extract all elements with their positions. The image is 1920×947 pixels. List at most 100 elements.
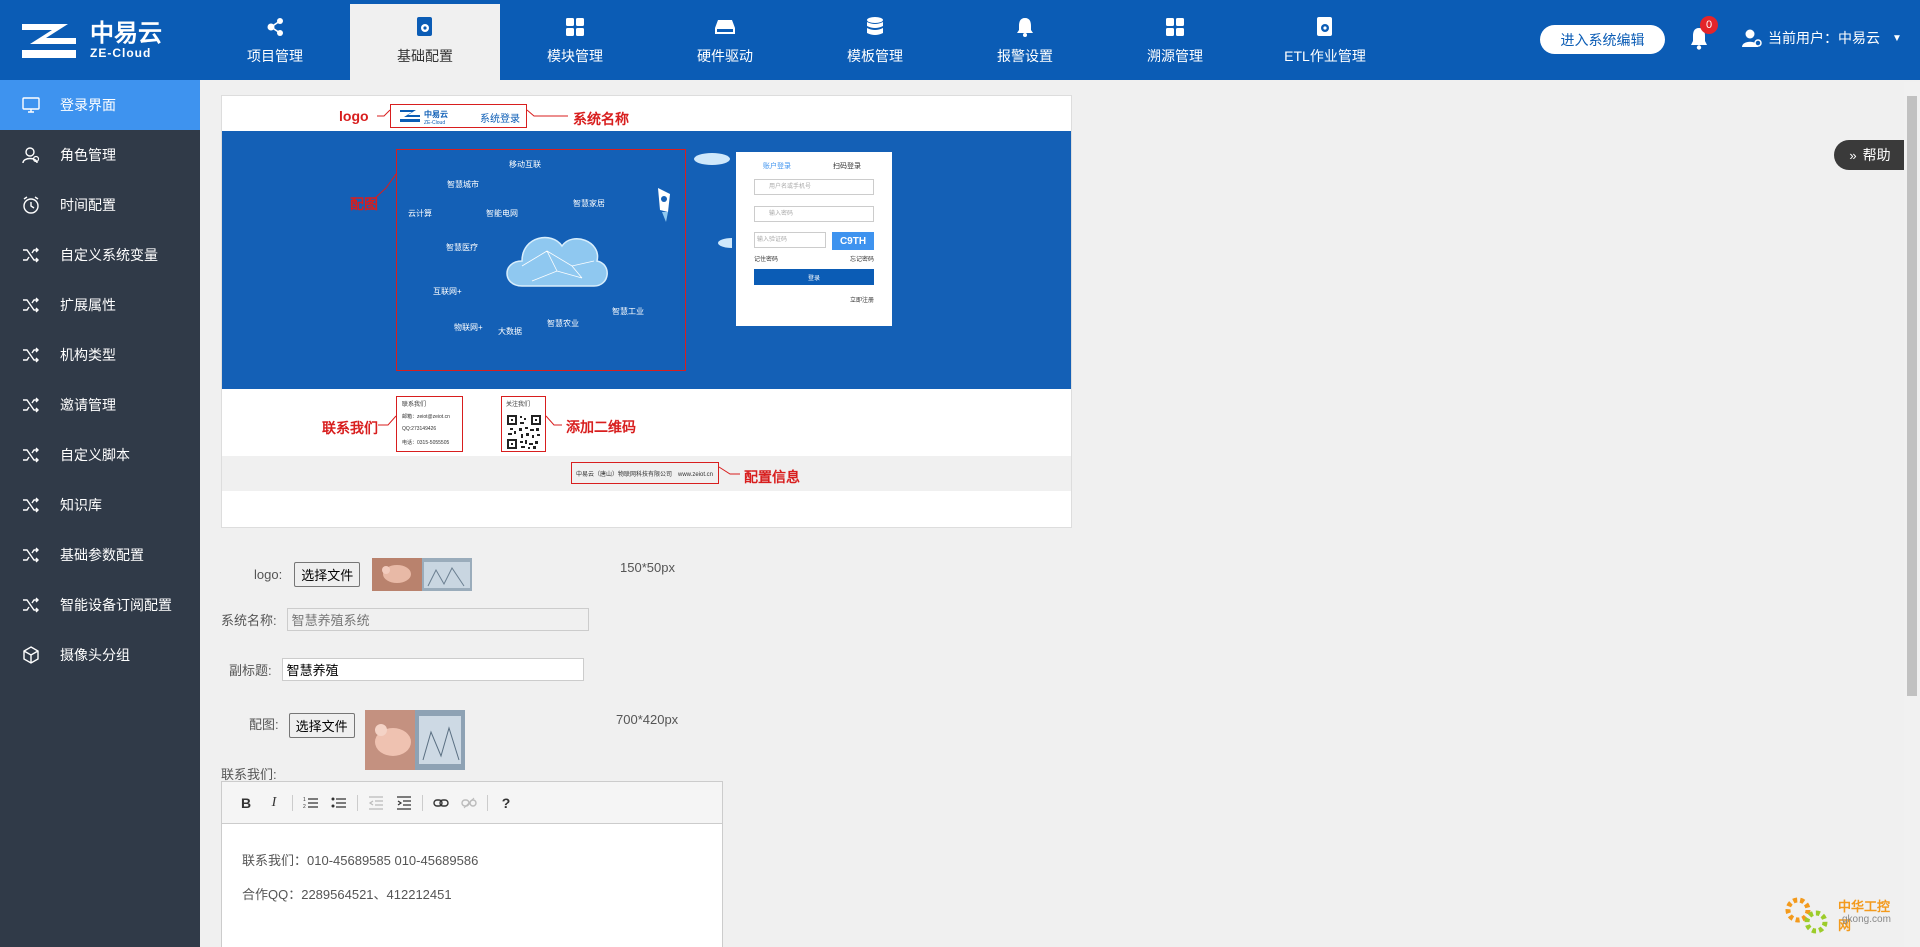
link-icon[interactable] [431, 793, 451, 813]
tab-traceability[interactable]: 溯源管理 [1100, 4, 1250, 80]
current-user-menu[interactable]: 当前用户：中易云 ▼ [1742, 28, 1902, 48]
tab-label: 基础配置 [397, 48, 453, 64]
shuffle-icon [22, 496, 40, 514]
monitor-icon [22, 96, 40, 114]
tab-etl-jobs[interactable]: ETL作业管理 [1250, 4, 1400, 80]
logo-upload-row: logo: 选择文件 [254, 558, 473, 591]
indent-icon[interactable] [394, 793, 414, 813]
login-page-preview: logo 中易云 ZE-Cloud 系统登录 系统名称 配图 移动互联 智慧城市… [221, 95, 1072, 528]
image-label: 配图: [249, 717, 279, 732]
main-nav-tabs: 项目管理 基础配置 模块管理 硬件驱动 模板管理 报警设置 溯源管理 ETL作业… [200, 4, 1400, 80]
help-question-button[interactable]: ? [496, 793, 516, 813]
sidebar-item-role-management[interactable]: 角色管理 [0, 130, 200, 180]
site-watermark: 中华工控网 gkong.com [1782, 890, 1902, 940]
system-name-row: 系统名称: 智慧养殖系统 [221, 608, 589, 631]
image-thumbnail [364, 710, 465, 770]
italic-button[interactable]: I [264, 793, 284, 813]
sidebar-item-label: 扩展属性 [60, 297, 116, 313]
image-choose-file-button[interactable]: 选择文件 [288, 713, 355, 738]
notification-count-badge: 0 [1700, 16, 1718, 34]
sidebar-item-custom-variables[interactable]: 自定义系统变量 [0, 230, 200, 280]
grid-icon [1164, 16, 1186, 38]
scrollbar-thumb[interactable] [1907, 96, 1917, 696]
image-size-note: 700*420px [616, 712, 679, 727]
sidebar-item-invitations[interactable]: 邀请管理 [0, 380, 200, 430]
toolbar-divider [422, 794, 423, 811]
tab-module-management[interactable]: 模块管理 [500, 4, 650, 80]
contact-rich-text-editor: B I 12 ? 联系我们：010-45689585 010-45689586 … [221, 781, 723, 947]
sidebar-item-time-config[interactable]: 时间配置 [0, 180, 200, 230]
gear-icon [1785, 897, 1828, 934]
sidebar-item-label: 基础参数配置 [60, 547, 144, 563]
sidebar-item-custom-scripts[interactable]: 自定义脚本 [0, 430, 200, 480]
cube-icon [22, 646, 40, 664]
tab-label: 硬件驱动 [697, 48, 753, 64]
sidebar-item-basic-params[interactable]: 基础参数配置 [0, 530, 200, 580]
editor-line: 联系我们：010-45689585 010-45689586 [242, 853, 479, 868]
subtitle-input[interactable]: 智慧养殖 [281, 658, 584, 681]
tab-basic-config[interactable]: 基础配置 [350, 4, 500, 80]
main-content: logo 中易云 ZE-Cloud 系统登录 系统名称 配图 移动互联 智慧城市… [200, 80, 1902, 947]
editor-line: 合作QQ：2289564521、412212451 [242, 887, 452, 902]
user-icon [1742, 29, 1762, 47]
logo-size-note: 150*50px [620, 560, 675, 575]
sidebar-item-label: 智能设备订阅配置 [60, 597, 172, 613]
tab-alarm-settings[interactable]: 报警设置 [950, 4, 1100, 80]
sidebar-item-device-subscription[interactable]: 智能设备订阅配置 [0, 580, 200, 630]
ordered-list-icon[interactable]: 12 [301, 793, 321, 813]
sidebar-item-knowledge-base[interactable]: 知识库 [0, 480, 200, 530]
tab-project-management[interactable]: 项目管理 [200, 4, 350, 80]
sidebar-item-label: 机构类型 [60, 347, 116, 363]
system-name-label: 系统名称: [221, 613, 277, 628]
toolbar-divider [487, 794, 488, 811]
tab-label: 溯源管理 [1147, 48, 1203, 64]
sidebar-item-label: 时间配置 [60, 197, 116, 213]
shuffle-icon [22, 396, 40, 414]
unordered-list-icon[interactable] [329, 793, 349, 813]
ze-logo-mark [22, 24, 76, 58]
logo-choose-file-button[interactable]: 选择文件 [294, 562, 361, 587]
outdent-icon[interactable] [366, 793, 386, 813]
sidebar: 登录界面 角色管理 时间配置 自定义系统变量 扩展属性 机构类型 邀请管理 自定… [0, 80, 200, 947]
tab-label: 报警设置 [997, 48, 1053, 64]
page-scrollbar[interactable] [1904, 82, 1920, 947]
sidebar-item-label: 知识库 [60, 497, 102, 513]
sidebar-item-extended-attributes[interactable]: 扩展属性 [0, 280, 200, 330]
subtitle-row: 副标题: 智慧养殖 [229, 658, 584, 681]
database-icon [864, 16, 886, 38]
logo-label: logo: [254, 567, 283, 582]
tab-hardware-driver[interactable]: 硬件驱动 [650, 4, 800, 80]
sidebar-item-camera-groups[interactable]: 摄像头分组 [0, 630, 200, 680]
top-navigation-bar: 中易云 ZE-Cloud 项目管理 基础配置 模块管理 硬件驱动 模板管理 报警… [0, 0, 1920, 80]
tab-template-management[interactable]: 模板管理 [800, 4, 950, 80]
unlink-icon[interactable] [459, 793, 479, 813]
ze-cloud-logo[interactable]: 中易云 ZE-Cloud [18, 16, 168, 64]
toolbar-divider [292, 794, 293, 811]
help-button[interactable]: » 帮助 [1834, 140, 1906, 170]
shuffle-icon [22, 296, 40, 314]
sidebar-item-label: 自定义脚本 [60, 447, 130, 463]
sidebar-item-label: 登录界面 [60, 97, 116, 113]
svg-text:2: 2 [303, 804, 306, 810]
bold-button[interactable]: B [236, 793, 256, 813]
share-nodes-icon [264, 16, 286, 38]
svg-text:1: 1 [303, 797, 306, 803]
double-chevron-right-icon: » [1849, 147, 1857, 163]
job-config-icon [1314, 16, 1336, 38]
tab-label: 模板管理 [847, 48, 903, 64]
alarm-clock-icon [22, 196, 40, 214]
tab-label: 项目管理 [247, 48, 303, 64]
sidebar-item-org-types[interactable]: 机构类型 [0, 330, 200, 380]
system-name-input[interactable]: 智慧养殖系统 [286, 608, 589, 631]
sidebar-item-label: 自定义系统变量 [60, 247, 158, 263]
editor-content[interactable]: 联系我们：010-45689585 010-45689586 合作QQ：2289… [222, 824, 722, 932]
tab-label: 模块管理 [547, 48, 603, 64]
modules-icon [564, 16, 586, 38]
shuffle-icon [22, 546, 40, 564]
sidebar-item-login-page[interactable]: 登录界面 [0, 80, 200, 130]
user-role-icon [22, 146, 40, 164]
sidebar-item-label: 邀请管理 [60, 397, 116, 413]
subtitle-label: 副标题: [229, 663, 272, 678]
current-user-label: 当前用户：中易云 [1768, 30, 1880, 46]
enter-system-edit-button[interactable]: 进入系统编辑 [1540, 25, 1665, 54]
